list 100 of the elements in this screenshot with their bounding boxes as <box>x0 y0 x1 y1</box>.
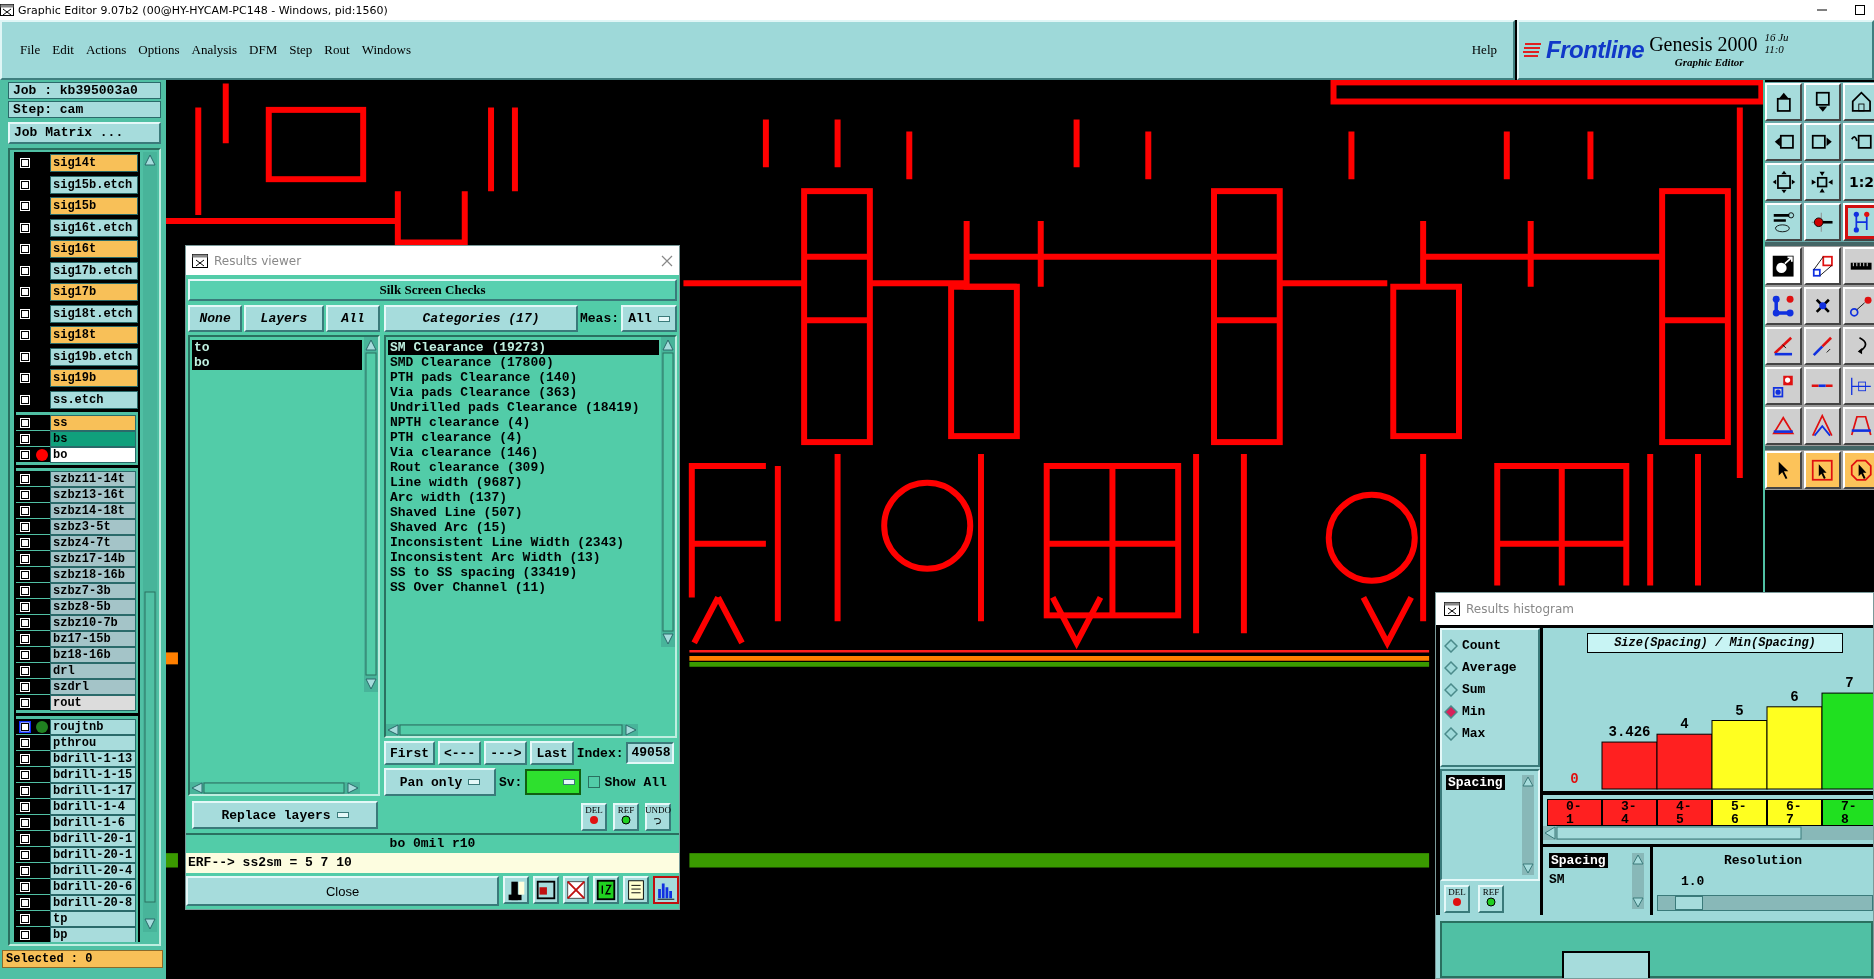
checkbox[interactable] <box>19 584 31 597</box>
category-item[interactable]: Inconsistent Line Width (2343) <box>388 535 659 550</box>
checkbox[interactable] <box>19 832 31 845</box>
radio-button[interactable] <box>1444 638 1458 653</box>
delete-button[interactable]: DEL <box>1444 885 1470 913</box>
color-dropdown[interactable] <box>525 769 582 795</box>
replace-mode-dropdown[interactable]: Replace layers <box>192 801 378 829</box>
checkbox[interactable] <box>19 221 31 234</box>
circuit-button[interactable] <box>1843 203 1874 241</box>
checkbox[interactable] <box>19 632 31 645</box>
layer-name[interactable]: ss <box>50 414 136 431</box>
checkbox[interactable] <box>19 912 31 925</box>
checkbox[interactable] <box>19 784 31 797</box>
scrollbar[interactable] <box>143 152 157 932</box>
list-item[interactable]: SM <box>1549 872 1565 887</box>
snap-point-button[interactable] <box>1804 203 1841 241</box>
chevron-button[interactable] <box>1804 407 1841 445</box>
pointer-octagon-button[interactable] <box>1843 451 1874 489</box>
checkbox[interactable] <box>19 568 31 581</box>
checkbox[interactable] <box>19 393 31 406</box>
checkbox[interactable] <box>19 720 31 733</box>
checkbox[interactable] <box>19 200 31 213</box>
line-segment-button[interactable] <box>1804 367 1841 405</box>
checkbox[interactable] <box>19 350 31 363</box>
triangle-button[interactable] <box>1765 407 1802 445</box>
checkbox[interactable] <box>19 372 31 385</box>
checkbox[interactable] <box>19 616 31 629</box>
checkbox[interactable] <box>19 286 31 299</box>
document-button[interactable] <box>623 876 649 904</box>
pad-pair-button[interactable] <box>1765 367 1802 405</box>
scrollbar[interactable] <box>1632 853 1644 909</box>
checkbox[interactable] <box>19 848 31 861</box>
category-item[interactable]: PTH clearance (4) <box>388 430 659 445</box>
scrollbar[interactable] <box>1522 775 1534 875</box>
checkbox[interactable] <box>19 800 31 813</box>
checkbox[interactable] <box>19 243 31 256</box>
layer-name[interactable]: sig19b.etch <box>50 347 138 366</box>
square-marker-button[interactable] <box>533 876 559 904</box>
angle-button[interactable] <box>1765 327 1802 365</box>
checkbox[interactable] <box>19 552 31 565</box>
slider-thumb[interactable] <box>1675 896 1704 910</box>
slider-track[interactable] <box>1657 895 1873 911</box>
layer-filter-button[interactable]: Layers <box>244 305 324 332</box>
checkbox[interactable] <box>19 736 31 749</box>
layer-filter-button[interactable]: All <box>325 305 380 332</box>
nodes-button[interactable] <box>1765 287 1802 325</box>
checkbox[interactable] <box>19 157 31 170</box>
job-matrix-button[interactable]: Job Matrix ... <box>8 122 161 144</box>
close-button[interactable]: Close <box>186 876 499 906</box>
meas-dropdown[interactable]: All <box>621 305 677 332</box>
cross-mark-button[interactable] <box>1804 287 1841 325</box>
checkbox[interactable] <box>19 504 31 517</box>
category-item[interactable]: Line width (9687) <box>388 475 659 490</box>
layer-name[interactable]: sig17b <box>50 283 138 302</box>
trapezoid-button[interactable] <box>1843 407 1874 445</box>
radio-button[interactable] <box>1444 726 1458 741</box>
numbered-box-button[interactable] <box>593 876 619 904</box>
category-item[interactable]: Arc width (137) <box>388 490 659 505</box>
checkbox[interactable] <box>19 928 31 941</box>
list-item[interactable]: bo <box>192 355 362 370</box>
list-item[interactable]: Spacing <box>1549 853 1608 868</box>
crossed-box-button[interactable] <box>563 876 589 904</box>
checkbox[interactable] <box>19 696 31 709</box>
checkbox[interactable] <box>19 752 31 765</box>
checkbox[interactable] <box>19 307 31 320</box>
menu-item[interactable]: File <box>16 40 47 60</box>
dimension-button[interactable] <box>1843 367 1874 405</box>
category-item[interactable]: Undrilled pads Clearance (18419) <box>388 400 659 415</box>
checkbox[interactable] <box>19 864 31 877</box>
mode-label[interactable]: Average <box>1462 660 1517 675</box>
help-menu[interactable]: Help <box>1465 40 1503 60</box>
house-button[interactable] <box>1843 83 1874 121</box>
layer-name[interactable]: sig18t <box>50 326 138 345</box>
category-item[interactable]: SMD Clearance (17800) <box>388 355 659 370</box>
ruler-button[interactable] <box>1843 247 1874 285</box>
menu-item[interactable]: Actions <box>79 40 133 60</box>
checkbox[interactable] <box>19 680 31 693</box>
category-item[interactable]: PTH pads Clearance (140) <box>388 370 659 385</box>
refresh-button[interactable]: REF <box>1478 885 1504 913</box>
close-icon[interactable] <box>661 254 673 267</box>
radio-button[interactable] <box>1444 682 1458 697</box>
pan-mode-dropdown[interactable]: Pan only <box>384 768 496 796</box>
checkbox[interactable] <box>19 536 31 549</box>
scrollbar[interactable] <box>190 782 360 794</box>
scrollbar[interactable] <box>386 724 638 736</box>
layer-name[interactable]: roujtnb <box>50 718 136 735</box>
nav-button[interactable]: <--- <box>438 741 482 765</box>
pointer-box-button[interactable] <box>1804 451 1841 489</box>
checkbox[interactable] <box>588 776 601 788</box>
mode-label[interactable]: Max <box>1462 726 1486 741</box>
category-item[interactable]: SM Clearance (19273) <box>388 340 659 355</box>
area-select-button[interactable] <box>1804 247 1841 285</box>
layer-name[interactable]: sig16t <box>50 240 138 259</box>
mode-label[interactable]: Count <box>1462 638 1501 653</box>
category-item[interactable]: Via pads Clearance (363) <box>388 385 659 400</box>
frame-arrow-right-button[interactable] <box>1804 123 1841 161</box>
category-item[interactable]: Shaved Arc (15) <box>388 520 659 535</box>
maximize-icon[interactable] <box>1854 4 1866 16</box>
mode-label[interactable]: Sum <box>1462 682 1486 697</box>
pad-arrow-button[interactable] <box>1765 247 1802 285</box>
